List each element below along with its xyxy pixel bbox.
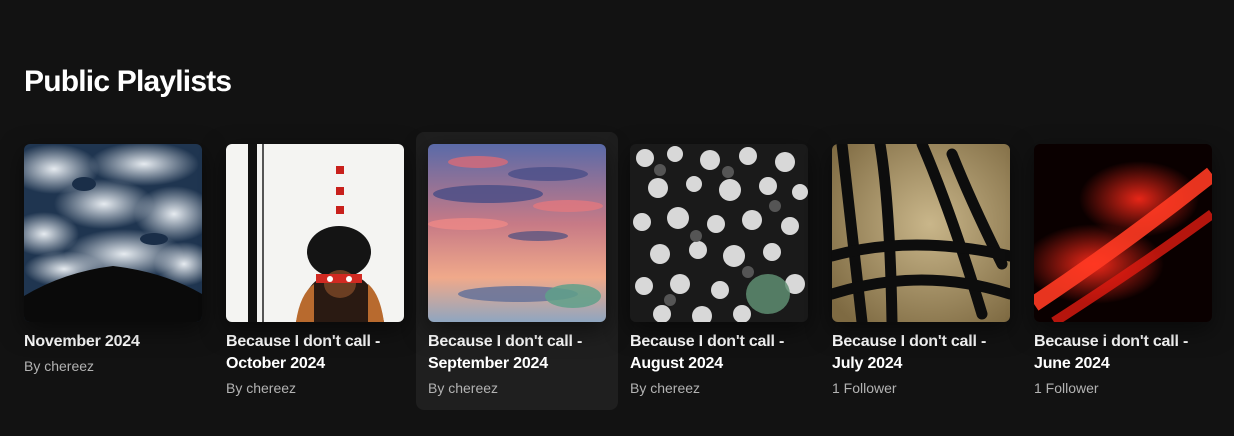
cloudy-sky-image [24,144,202,322]
playlist-card[interactable]: Because I don't call - August 2024 By ch… [618,132,820,410]
playlist-card[interactable]: Because I don't call - September 2024 By… [416,132,618,410]
playlist-subtitle: By chereez [24,358,95,374]
playlist-title[interactable]: Because I don't call - August 2024 [630,331,808,375]
playlist-title[interactable]: Because I don't call - September 2024 [428,331,606,375]
playlist-row: November 2024 By chereez Because I don't… [12,132,1224,410]
section-title[interactable]: Public Playlists [24,60,232,104]
sunset-clouds-image [428,144,606,322]
playlist-card[interactable]: November 2024 By chereez [12,132,214,410]
playlist-card[interactable]: Because I don't call - October 2024 By c… [214,132,416,410]
playlist-subtitle: 1 Follower [1034,380,1099,396]
graffiti-wall-image [832,144,1010,322]
playlist-subtitle: By chereez [630,380,701,396]
crowd-black-white-image [630,144,808,322]
playlist-title[interactable]: Because i don't call - June 2024 [1034,331,1212,375]
playlist-title[interactable]: Because I don't call - July 2024 [832,331,1010,375]
woman-with-red-glasses-image [226,144,404,322]
playlist-card[interactable]: Because I don't call - July 2024 1 Follo… [820,132,1022,410]
playlist-title[interactable]: November 2024 [24,331,202,353]
playlist-subtitle: By chereez [428,380,499,396]
playlist-subtitle: By chereez [226,380,297,396]
playlist-title[interactable]: Because I don't call - October 2024 [226,331,404,375]
playlist-card[interactable]: Because i don't call - June 2024 1 Follo… [1022,132,1224,410]
red-abstract-image [1034,144,1212,322]
playlist-subtitle: 1 Follower [832,380,897,396]
